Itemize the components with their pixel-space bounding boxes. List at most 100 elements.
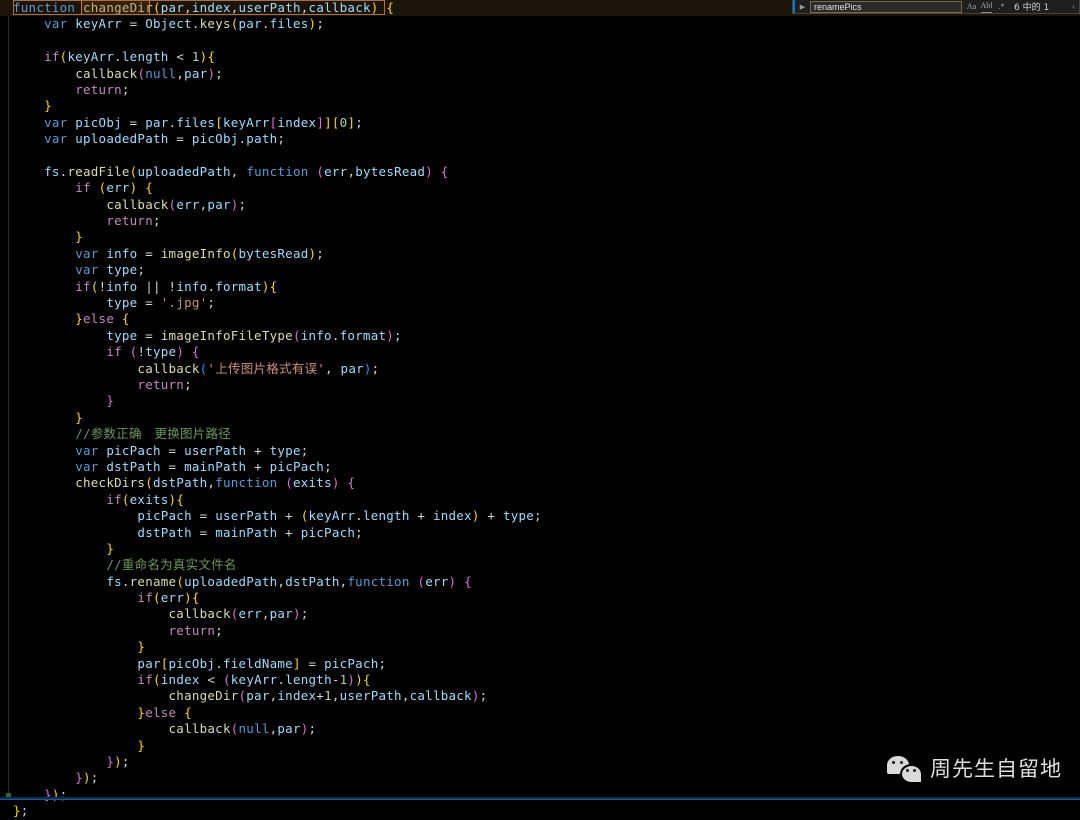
token: ; [378,655,387,671]
use-regex-icon[interactable]: .* [996,1,1007,12]
token: var [75,442,99,458]
token: ; [121,81,130,97]
code-line[interactable]: callback(null,par); [0,721,1080,737]
token: exits [129,491,169,507]
chevron-right-icon[interactable]: ▶ [796,0,809,13]
code-line[interactable]: } [0,639,1080,655]
code-line[interactable]: par[picObj.fieldName] = picPach; [0,656,1080,672]
code-line[interactable]: dstPath = mainPath + picPach; [0,525,1080,541]
code-line[interactable]: if(index < (keyArr.length-1)){ [0,672,1080,688]
token: { [464,573,472,589]
code-line-text: } [0,639,145,655]
find-input[interactable]: renamePics [814,2,958,12]
token: . [191,16,200,32]
code-line[interactable]: var uploadedPath = picObj.path; [0,131,1080,147]
code-line[interactable]: } [0,98,1080,114]
token: = [121,114,146,130]
token: ; [121,753,130,769]
code-line[interactable]: }else { [0,705,1080,721]
token: err [425,573,449,589]
code-line[interactable]: if(!info || !info.format){ [0,279,1080,295]
code-line[interactable]: if(keyArr.length < 1){ [0,49,1080,65]
token: { [176,491,185,507]
code-line[interactable]: } [0,541,1080,557]
token: if [75,180,91,196]
token: readFile [67,163,130,179]
token: , [331,688,340,704]
match-count-label: 6 中的 1 [1014,3,1050,13]
code-line[interactable]: type = imageInfoFileType(info.format); [0,328,1080,344]
code-line[interactable] [0,148,1080,164]
token: ) [176,344,185,360]
code-line[interactable]: var keyArr = Object.keys(par.files); [0,16,1080,32]
code-line-text: if(index < (keyArr.length-1)){ [0,672,371,688]
code-line[interactable]: }); [0,787,1080,803]
code-line[interactable]: } [0,393,1080,409]
code-line[interactable]: }; [0,803,1080,819]
code-line[interactable]: callback(null,par); [0,66,1080,82]
code-line[interactable]: if(err){ [0,590,1080,606]
code-line[interactable]: checkDirs(dstPath,function (exits) { [0,475,1080,491]
code-line[interactable]: return; [0,82,1080,98]
token: type [106,327,138,343]
token: + [277,524,301,540]
code-line[interactable]: }else { [0,311,1080,327]
code-line[interactable]: fs.rename(uploadedPath,dstPath,function … [0,574,1080,590]
code-line[interactable]: var picPach = userPath + type; [0,443,1080,459]
code-line[interactable]: if (err) { [0,180,1080,196]
code-line[interactable]: if (!type) { [0,344,1080,360]
token: ) [331,475,340,491]
token: , [184,0,192,15]
code-line[interactable]: var dstPath = mainPath + picPach; [0,459,1080,475]
code-line[interactable]: } [0,229,1080,245]
token: index [277,114,317,130]
code-line[interactable]: fs.readFile(uploadedPath, function (err,… [0,164,1080,180]
code-line[interactable]: //参数正确 更换图片路径 [0,426,1080,442]
token: } [75,311,83,327]
code-line[interactable]: //重命名为真实文件名 [0,557,1080,573]
token: type [502,508,535,524]
code-line[interactable]: var info = imageInfo(bytesRead); [0,246,1080,262]
code-line[interactable]: return; [0,213,1080,229]
code-line[interactable]: if(exits){ [0,492,1080,508]
token: userPath [184,442,247,458]
token: if [137,672,153,688]
code-editor-surface[interactable]: function changeDir(par,index,userPath,ca… [0,0,1080,818]
token: } [13,803,21,819]
code-line[interactable]: changeDir(par,index+1,userPath,callback)… [0,688,1080,704]
code-line[interactable]: var type; [0,262,1080,278]
code-content[interactable]: function changeDir(par,index,userPath,ca… [0,0,1080,818]
find-input-wrapper[interactable]: renamePics [810,0,962,13]
code-line[interactable]: callback('上传图片格式有误', par); [0,361,1080,377]
token: callback [137,360,200,376]
code-line-text: dstPath = mainPath + picPach; [0,525,363,541]
code-line[interactable]: } [0,738,1080,754]
token: userPath [238,0,301,15]
code-line[interactable] [0,33,1080,49]
code-line[interactable]: return; [0,377,1080,393]
match-whole-word-icon[interactable]: Abl [981,1,993,13]
code-line[interactable]: callback(err,par); [0,197,1080,213]
code-line[interactable]: var picObj = par.files[keyArr[index]][0]… [0,115,1080,131]
match-case-icon[interactable]: Aa [966,1,977,12]
code-line[interactable]: callback(err,par); [0,606,1080,622]
code-line[interactable]: } [0,410,1080,426]
code-line[interactable]: type = '.jpg'; [0,295,1080,311]
code-line-text: type = '.jpg'; [0,295,215,311]
token: imageInfo [160,245,231,261]
token: ( [145,475,153,491]
previous-match-icon[interactable]: ‹ [1069,1,1078,12]
code-line[interactable]: picPach = userPath + (keyArr.length + in… [0,508,1080,524]
code-line[interactable]: return; [0,623,1080,639]
find-widget[interactable]: ▶ renamePics Aa Abl .* 6 中的 1 ‹ [792,0,1080,14]
